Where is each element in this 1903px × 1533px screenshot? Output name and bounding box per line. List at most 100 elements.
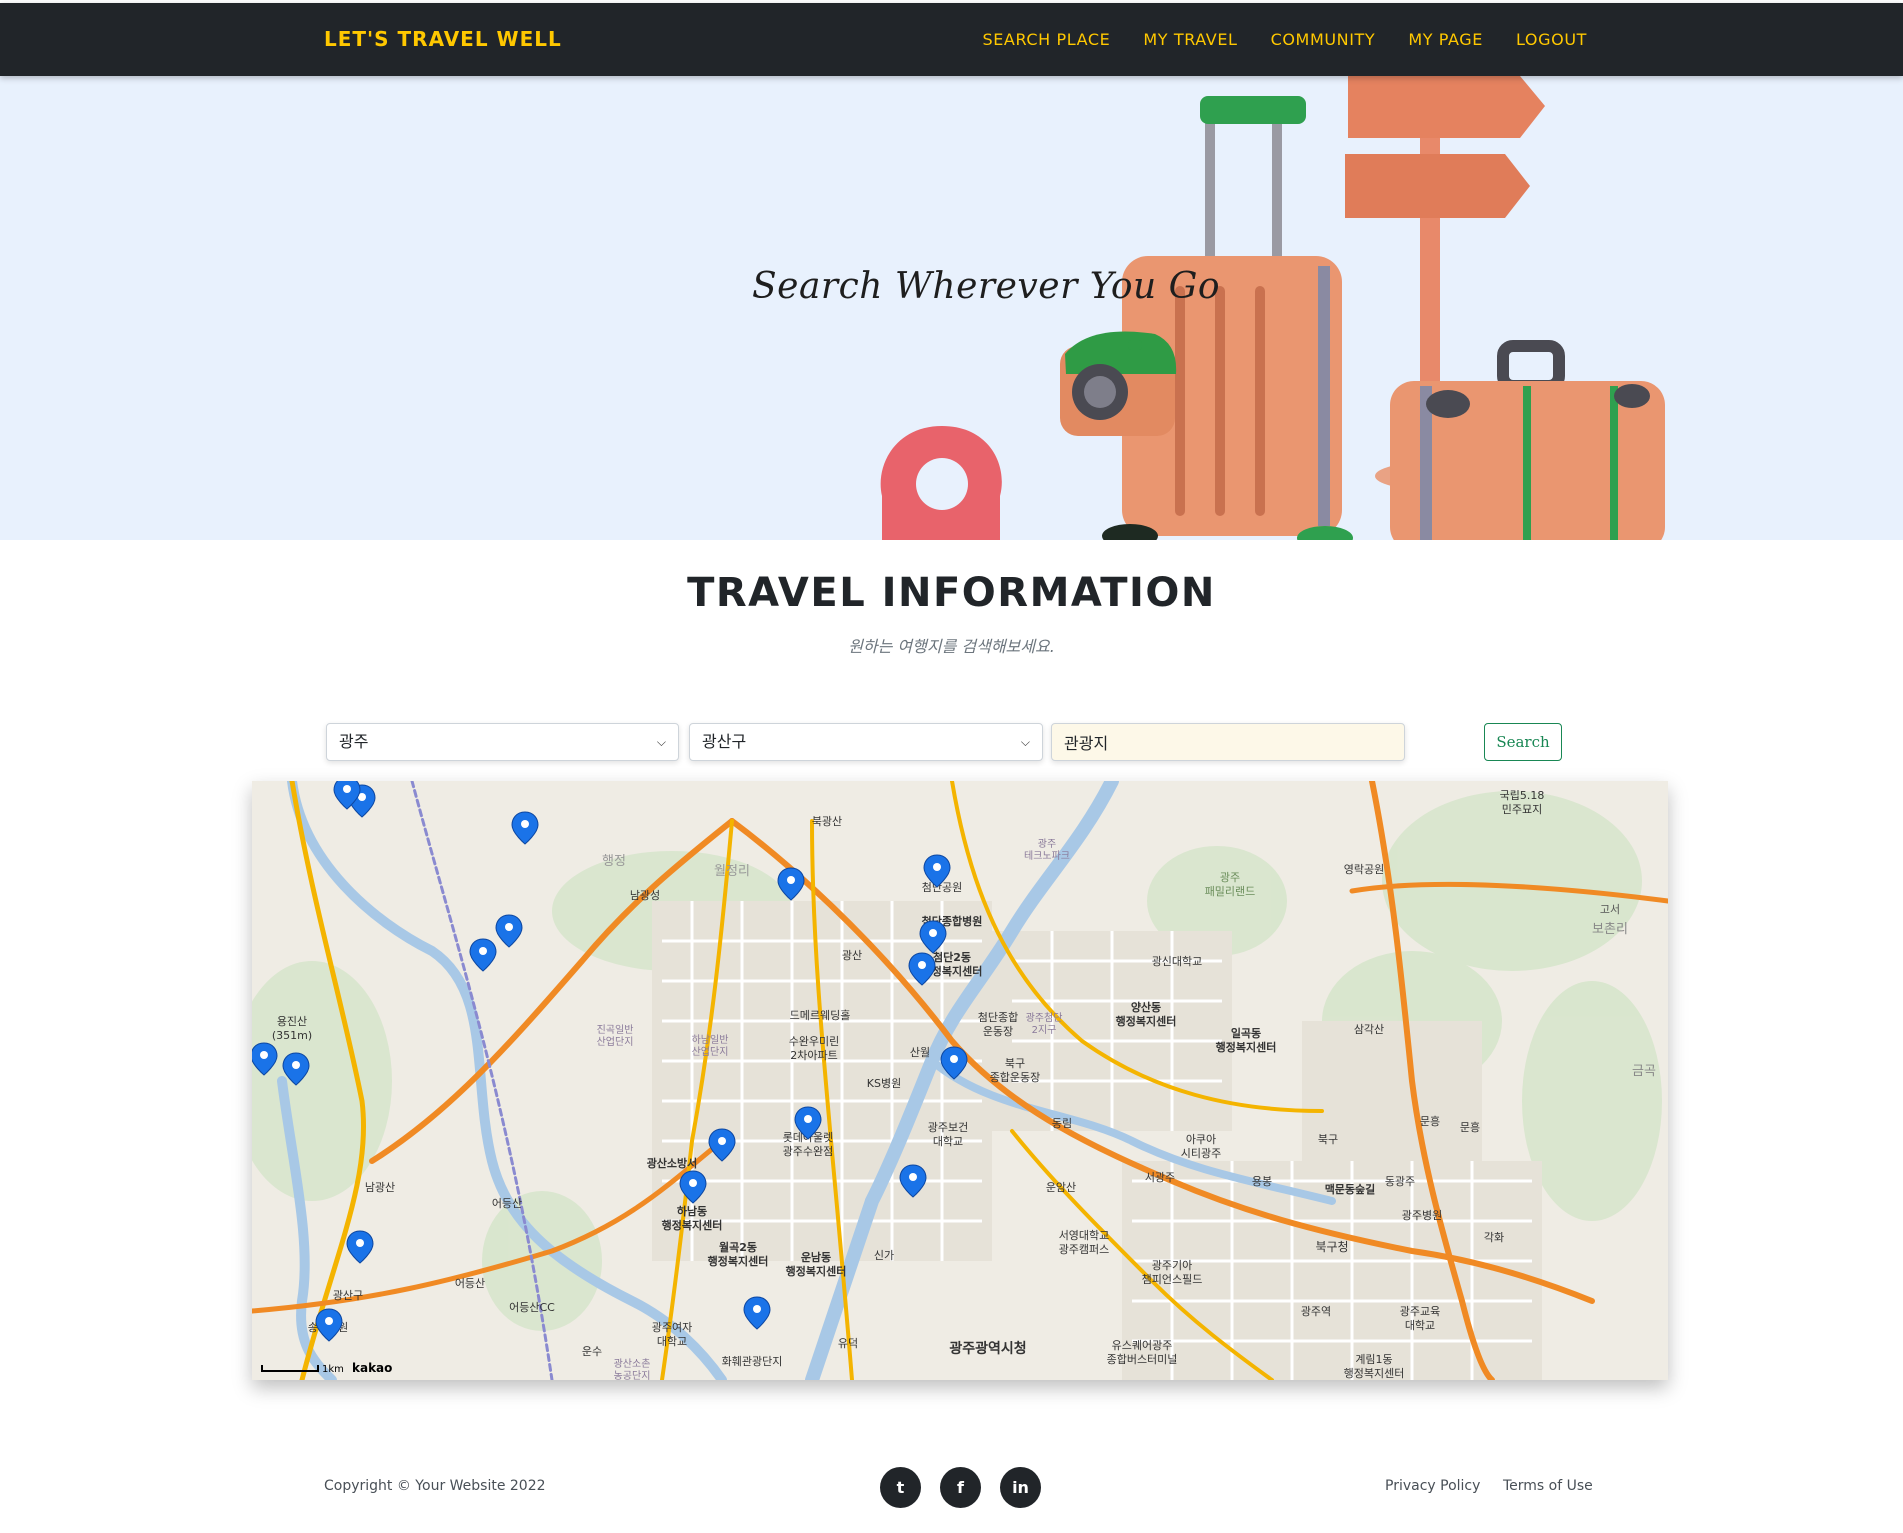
map-label: 대학교 [1405,1319,1435,1332]
map-label: 유덕 [838,1337,858,1350]
map-label: 운남동 [801,1251,831,1264]
map-label: 고서 [1600,903,1620,916]
facebook-icon[interactable]: f [940,1467,981,1508]
map-label: 진곡일반 [597,1024,634,1036]
place-marker-icon [495,914,523,948]
map-label: 하남일반 [692,1033,729,1046]
map-label: 금곡 [1632,1064,1656,1079]
map-label: 종합버스터미널 [1107,1353,1178,1366]
map-label: 서광주 [1145,1171,1175,1184]
kakao-logo: kakao [352,1361,392,1375]
map-label: (351m) [272,1029,312,1042]
map-label: 민주묘지 [1502,803,1542,816]
hero-banner: Search Wherever You Go [0,76,1903,540]
map-label: 광주 [1220,871,1240,884]
nav-my-page[interactable]: MY PAGE [1408,30,1483,49]
keyword-input[interactable] [1051,723,1405,761]
map-label: 광주병원 [1402,1209,1442,1222]
map-label: 첨단종합 [978,1011,1018,1024]
nav-community[interactable]: COMMUNITY [1271,30,1376,49]
kakao-map[interactable]: 국립5.18 민주묘지 영락공원 고서 보촌리 광주 패밀리랜드 광주 테크노파… [252,781,1668,1380]
nav-search-place[interactable]: SEARCH PLACE [982,30,1110,49]
terms-of-use-link[interactable]: Terms of Use [1503,1478,1593,1494]
section-subheading: 원하는 여행지를 검색해보세요. [848,637,1055,656]
place-marker-icon [743,1296,771,1330]
map-label: 대학교 [657,1335,687,1348]
chevron-down-icon: ⌵ [1020,735,1030,749]
navbar: LET'S TRAVEL WELL SEARCH PLACE MY TRAVEL… [0,3,1903,76]
map-label: 드메르웨딩홀 [790,1009,851,1022]
map-label: 운동장 [983,1025,1013,1038]
map-label: 북구 [1005,1057,1025,1070]
twitter-icon[interactable]: t [880,1467,921,1508]
map-label: 삼각산 [1354,1023,1384,1036]
map-label: 테크노파크 [1024,850,1070,862]
map-label: 광산구 [333,1289,363,1302]
map-label: 시티광주 [1181,1147,1221,1160]
map-label: 문흥 [1420,1114,1440,1128]
map-label: 신가 [874,1249,894,1262]
search-button[interactable]: Search [1484,723,1562,761]
map-label: 산업단지 [597,1035,634,1048]
map-label: 어등산 [492,1197,522,1210]
map-label: 북구 [1318,1133,1338,1146]
footer-copyright: Copyright © Your Website 2022 [324,1478,546,1494]
map-label: 광주기아 [1152,1259,1192,1272]
map-label: 광주교육 [1400,1305,1440,1318]
map-label: 운암산 [1046,1181,1076,1194]
map-label: 용봉 [1252,1175,1272,1188]
map-label: 남광성 [630,889,660,902]
map-label: 농공단지 [614,1370,651,1380]
suitcase-handle-icon [1200,96,1306,284]
map-label: 화훼관광단지 [722,1355,783,1368]
map-label: 광주보건 [928,1121,968,1134]
map-label: 행정복지센터 [1344,1367,1405,1380]
map-label: 행정복지센터 [1216,1040,1277,1054]
district-select-value: 광산구 [702,732,747,751]
camera-icon [1060,331,1177,436]
map-label: 영락공원 [1344,863,1384,876]
nav-logout[interactable]: LOGOUT [1516,30,1587,49]
map-label: 광신대학교 [1152,955,1203,968]
map-label: 보촌리 [1592,922,1628,937]
map-label: 대학교 [933,1135,963,1148]
location-pin-icon [880,426,1002,540]
privacy-policy-link[interactable]: Privacy Policy [1385,1478,1480,1494]
map-label: 양산동 [1131,1000,1161,1014]
map-label: 북광산 [812,815,842,828]
district-select[interactable]: 광산구 ⌵ [689,723,1043,761]
place-marker-icon [315,1308,343,1342]
map-label: 첨단2동 [933,950,971,964]
place-marker-icon [346,1230,374,1264]
map-label: KS병원 [867,1077,901,1090]
brand-logo[interactable]: LET'S TRAVEL WELL [324,3,562,76]
map-label: 광주수완점 [783,1145,834,1158]
region-select[interactable]: 광주 ⌵ [326,723,679,761]
map-label: 광주광역시청 [949,1340,1026,1357]
nav-links: SEARCH PLACE MY TRAVEL COMMUNITY MY PAGE… [982,3,1587,76]
map-label: 행정복지센터 [1116,1014,1177,1028]
nav-my-travel[interactable]: MY TRAVEL [1143,30,1237,49]
map-label: 동림 [1052,1117,1072,1130]
map-label: 하남동 [677,1204,707,1218]
map-label: 광산 [842,949,862,962]
map-label: 광산소방서 [647,1156,698,1170]
map-label: 산업단지 [692,1045,729,1058]
map-label: 챔피언스필드 [1142,1273,1203,1286]
chevron-down-icon: ⌵ [656,735,666,749]
map-label: 광산소촌 [614,1358,651,1370]
map-label: 2차아파트 [790,1049,837,1062]
map-label: 문흥 [1460,1120,1480,1134]
map-label: 광주첨단 [1026,1012,1063,1024]
region-select-value: 광주 [339,732,369,751]
linkedin-icon[interactable]: in [1000,1467,1041,1508]
map-label: 첨단공원 [922,881,962,894]
travel-illustration [880,76,1665,540]
map-label: 종합운동장 [990,1071,1041,1084]
hero-title: Search Wherever You Go [752,266,1221,307]
map-label: 2지구 [1032,1024,1057,1036]
map-label: 광주캠퍼스 [1059,1243,1110,1256]
map-label: 국립5.18 [1500,789,1545,802]
map-label: 북구청 [1315,1240,1348,1254]
map-label: 광주 [1038,838,1056,850]
